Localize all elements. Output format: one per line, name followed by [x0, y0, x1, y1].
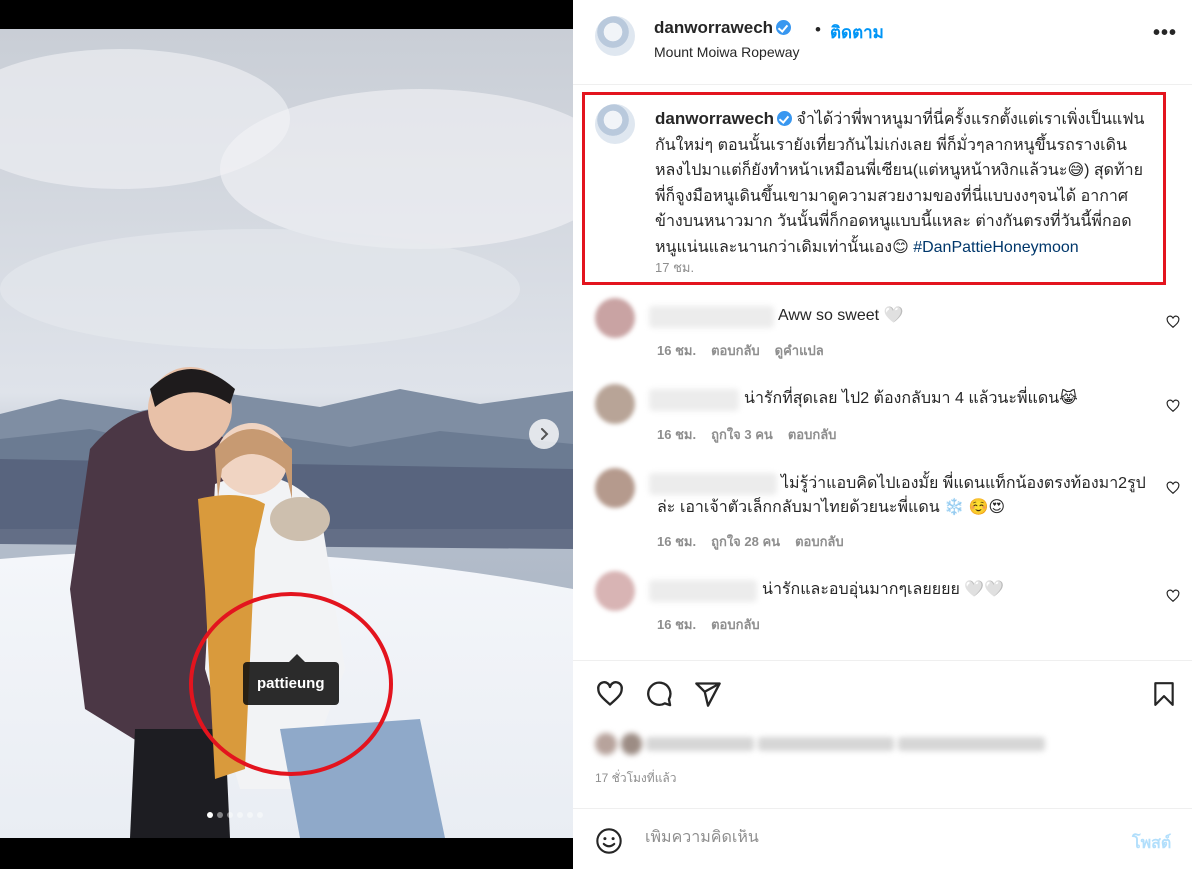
share-icon[interactable] — [694, 680, 722, 708]
comment-avatar[interactable] — [595, 571, 635, 611]
caption-avatar[interactable] — [595, 104, 635, 144]
comment-likes[interactable]: ถูกใจ 3 คน — [711, 424, 773, 445]
comment-avatar[interactable] — [595, 384, 635, 424]
comment-text: Aww so sweet 🤍 — [778, 307, 904, 324]
post-media: pattieung — [0, 0, 573, 869]
comment-translate-button[interactable]: ดูคำแปล — [775, 340, 824, 361]
add-comment-bar: โพสต์ — [573, 808, 1192, 869]
caption-hashtag[interactable]: #DanPattieHoneymoon — [913, 239, 1078, 256]
comment-username[interactable] — [649, 580, 757, 602]
comment-time: 16 ชม. — [657, 343, 697, 358]
comment-icon[interactable] — [645, 680, 673, 708]
highlight-circle — [189, 592, 393, 776]
verified-badge-icon — [777, 111, 793, 126]
comment-heart-icon[interactable] — [1166, 399, 1180, 413]
more-options-icon[interactable]: ••• — [1153, 22, 1177, 45]
header-divider — [573, 84, 1192, 85]
comment-avatar[interactable] — [595, 298, 635, 338]
comment-reply-button[interactable]: ตอบกลับ — [711, 614, 760, 635]
comment-avatar[interactable] — [595, 468, 635, 508]
comment-time: 16 ชม. — [657, 617, 697, 632]
liked-by-text[interactable] — [595, 732, 1045, 756]
verified-badge-icon — [776, 20, 792, 35]
carousel-dot — [227, 812, 233, 818]
comment-text: น่ารักที่สุดเลย ไป2 ต้องกลับมา 4 แล้วนะพ… — [744, 390, 1078, 407]
post-panel: danworrawech • ติดตาม Mount Moiwa Ropewa… — [573, 0, 1192, 869]
posted-time[interactable]: 17 ชั่วโมงที่แล้ว — [595, 769, 677, 788]
comment-time: 16 ชม. — [657, 534, 697, 549]
comment-text: น่ารักและอบอุ่นมากๆเลยยยย 🤍🤍 — [762, 581, 1005, 598]
comment-text: ไม่รู้ว่าแอบคิดไปเองมั้ย พี่แดนแท็กน้องต… — [657, 475, 1146, 516]
comment-input[interactable] — [645, 829, 1105, 847]
carousel-dot — [217, 812, 223, 818]
comment-reply-button[interactable]: ตอบกลับ — [795, 531, 844, 552]
comment-heart-icon[interactable] — [1166, 315, 1180, 329]
caption-body: จำได้ว่าพี่พาหนูมาที่นี่ครั้งแรกตั้งแต่เ… — [655, 111, 1145, 256]
caption-username[interactable]: danworrawech — [655, 109, 774, 128]
comment-heart-icon[interactable] — [1166, 481, 1180, 495]
comment-reply-button[interactable]: ตอบกลับ — [788, 424, 837, 445]
comment-meta: 16 ชม. ถูกใจ 28 คน ตอบกลับ — [657, 531, 844, 552]
comment-meta: 16 ชม. ตอบกลับ — [657, 614, 760, 635]
comment-username[interactable] — [649, 306, 774, 328]
comment-time: 16 ชม. — [657, 427, 697, 442]
carousel-dot — [237, 812, 243, 818]
caption-time: 17 ชม. — [655, 260, 695, 275]
carousel-dot — [257, 812, 263, 818]
author-username[interactable]: danworrawech — [654, 18, 792, 38]
comment-reply-button[interactable]: ตอบกลับ — [711, 340, 760, 361]
follow-button[interactable]: ติดตาม — [830, 19, 884, 46]
author-avatar[interactable] — [595, 16, 635, 56]
chevron-right-icon — [541, 428, 549, 440]
carousel-dot — [207, 812, 213, 818]
carousel-dot — [247, 812, 253, 818]
post-comment-button[interactable]: โพสต์ — [1132, 831, 1171, 856]
bookmark-icon[interactable] — [1151, 680, 1177, 708]
caption-text: danworrawech จำได้ว่าพี่พาหนูมาที่นี่ครั… — [655, 106, 1150, 260]
header-separator: • — [815, 20, 821, 39]
location-link[interactable]: Mount Moiwa Ropeway — [654, 44, 800, 60]
comment-meta: 16 ชม. ถูกใจ 3 คน ตอบกลับ — [657, 424, 836, 445]
comments-divider — [573, 660, 1192, 661]
heart-icon[interactable] — [595, 680, 625, 708]
comment-username[interactable] — [649, 389, 739, 411]
comment-meta: 16 ชม. ตอบกลับ ดูคำแปล — [657, 340, 824, 361]
comment-heart-icon[interactable] — [1166, 589, 1180, 603]
comment-likes[interactable]: ถูกใจ 28 คน — [711, 531, 780, 552]
carousel-indicator — [207, 812, 263, 818]
emoji-icon[interactable] — [595, 827, 623, 855]
next-image-button[interactable] — [529, 419, 559, 449]
